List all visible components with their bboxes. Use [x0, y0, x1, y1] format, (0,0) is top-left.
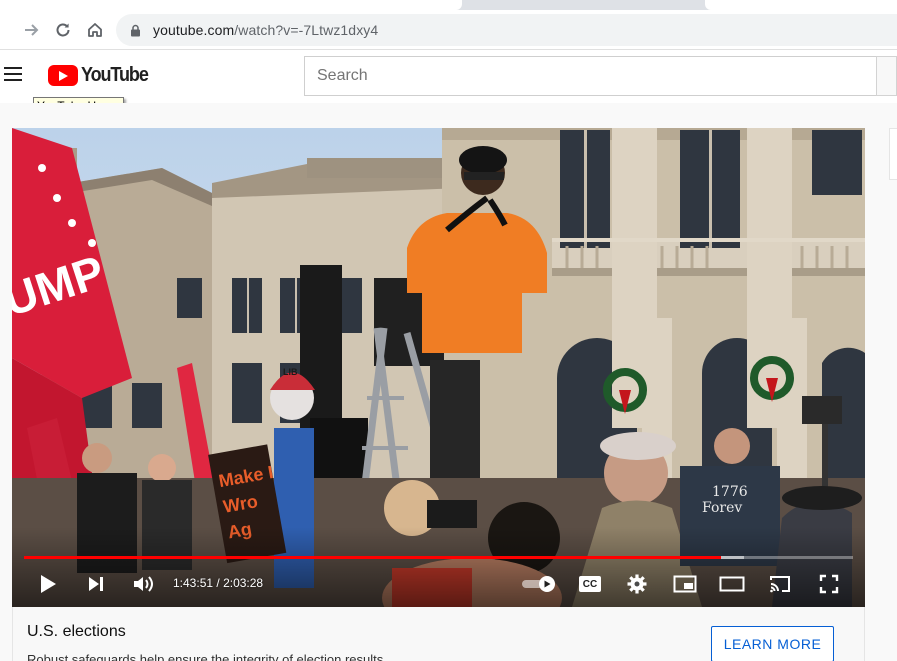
theater-mode-icon	[719, 576, 745, 592]
fullscreen-button[interactable]	[816, 572, 842, 596]
settings-button[interactable]	[625, 572, 649, 596]
miniplayer-icon	[673, 575, 697, 593]
play-button[interactable]	[36, 572, 60, 596]
play-icon	[41, 575, 56, 593]
youtube-logo-icon	[48, 65, 78, 86]
info-panel-description: Robust safeguards help ensure the integr…	[27, 652, 384, 661]
browser-tab[interactable]	[705, 0, 897, 10]
current-time: 1:43:51	[173, 576, 214, 590]
theater-mode-button[interactable]	[718, 572, 746, 596]
election-info-panel: U.S. elections Robust safeguards help en…	[12, 607, 865, 661]
shirt-text-1: 1776	[712, 484, 748, 500]
youtube-wordmark: YouTube	[81, 64, 149, 86]
video-player[interactable]: UMP LIB Make I Wro Ag	[12, 128, 865, 607]
hamburger-icon-bar	[4, 79, 22, 81]
autoplay-toggle-icon	[522, 576, 555, 592]
reload-button[interactable]	[51, 18, 75, 42]
lock-icon	[131, 24, 140, 36]
hamburger-icon	[4, 67, 22, 69]
url-host: youtube.com	[153, 22, 235, 38]
info-panel-title: U.S. elections	[27, 623, 126, 640]
time-display: 1:43:51 / 2:03:28	[173, 576, 264, 590]
mute-button[interactable]	[131, 572, 155, 596]
gear-icon	[627, 574, 647, 594]
learn-more-button[interactable]: LEARN MORE	[711, 626, 834, 661]
miniplayer-button[interactable]	[672, 572, 698, 596]
guide-menu-button[interactable]	[4, 67, 24, 83]
browser-tabstrip	[0, 0, 897, 10]
skip-next-icon	[89, 577, 103, 591]
autoplay-toggle[interactable]	[520, 572, 558, 596]
fullscreen-icon	[819, 574, 839, 594]
progress-bar[interactable]	[24, 556, 853, 559]
url-path: /watch?v=-7Ltwz1dxy4	[234, 22, 379, 38]
next-button[interactable]	[84, 572, 108, 596]
search-button[interactable]	[876, 56, 897, 96]
arrow-right-icon	[25, 24, 39, 36]
video-duration: 2:03:28	[223, 576, 264, 590]
volume-icon	[134, 576, 153, 592]
address-bar[interactable]: youtube.com/watch?v=-7Ltwz1dxy4	[116, 14, 897, 46]
cc-label: CC	[582, 578, 598, 590]
shirt-text-2: Forev	[702, 500, 742, 516]
home-icon	[88, 23, 102, 37]
url-text: youtube.com/watch?v=-7Ltwz1dxy4	[153, 22, 378, 38]
subtitles-button[interactable]: CC	[576, 572, 604, 596]
browser-tab-active[interactable]	[0, 0, 462, 10]
cast-icon	[770, 576, 790, 593]
reload-icon	[56, 23, 70, 37]
forward-button[interactable]	[20, 18, 44, 42]
search-input[interactable]	[304, 56, 876, 96]
hat-text: LIB	[283, 367, 298, 377]
play-triangle-icon	[59, 70, 68, 81]
cast-button[interactable]	[766, 572, 794, 596]
home-button[interactable]	[83, 18, 107, 42]
sidebar-panel-edge	[889, 128, 897, 180]
browser-toolbar: youtube.com/watch?v=-7Ltwz1dxy4	[0, 10, 897, 50]
hamburger-icon-bar	[4, 73, 22, 75]
youtube-masthead: YouTube YouTube Home	[0, 51, 897, 115]
youtube-home-link[interactable]: YouTube	[48, 64, 155, 87]
progress-played	[24, 556, 722, 559]
